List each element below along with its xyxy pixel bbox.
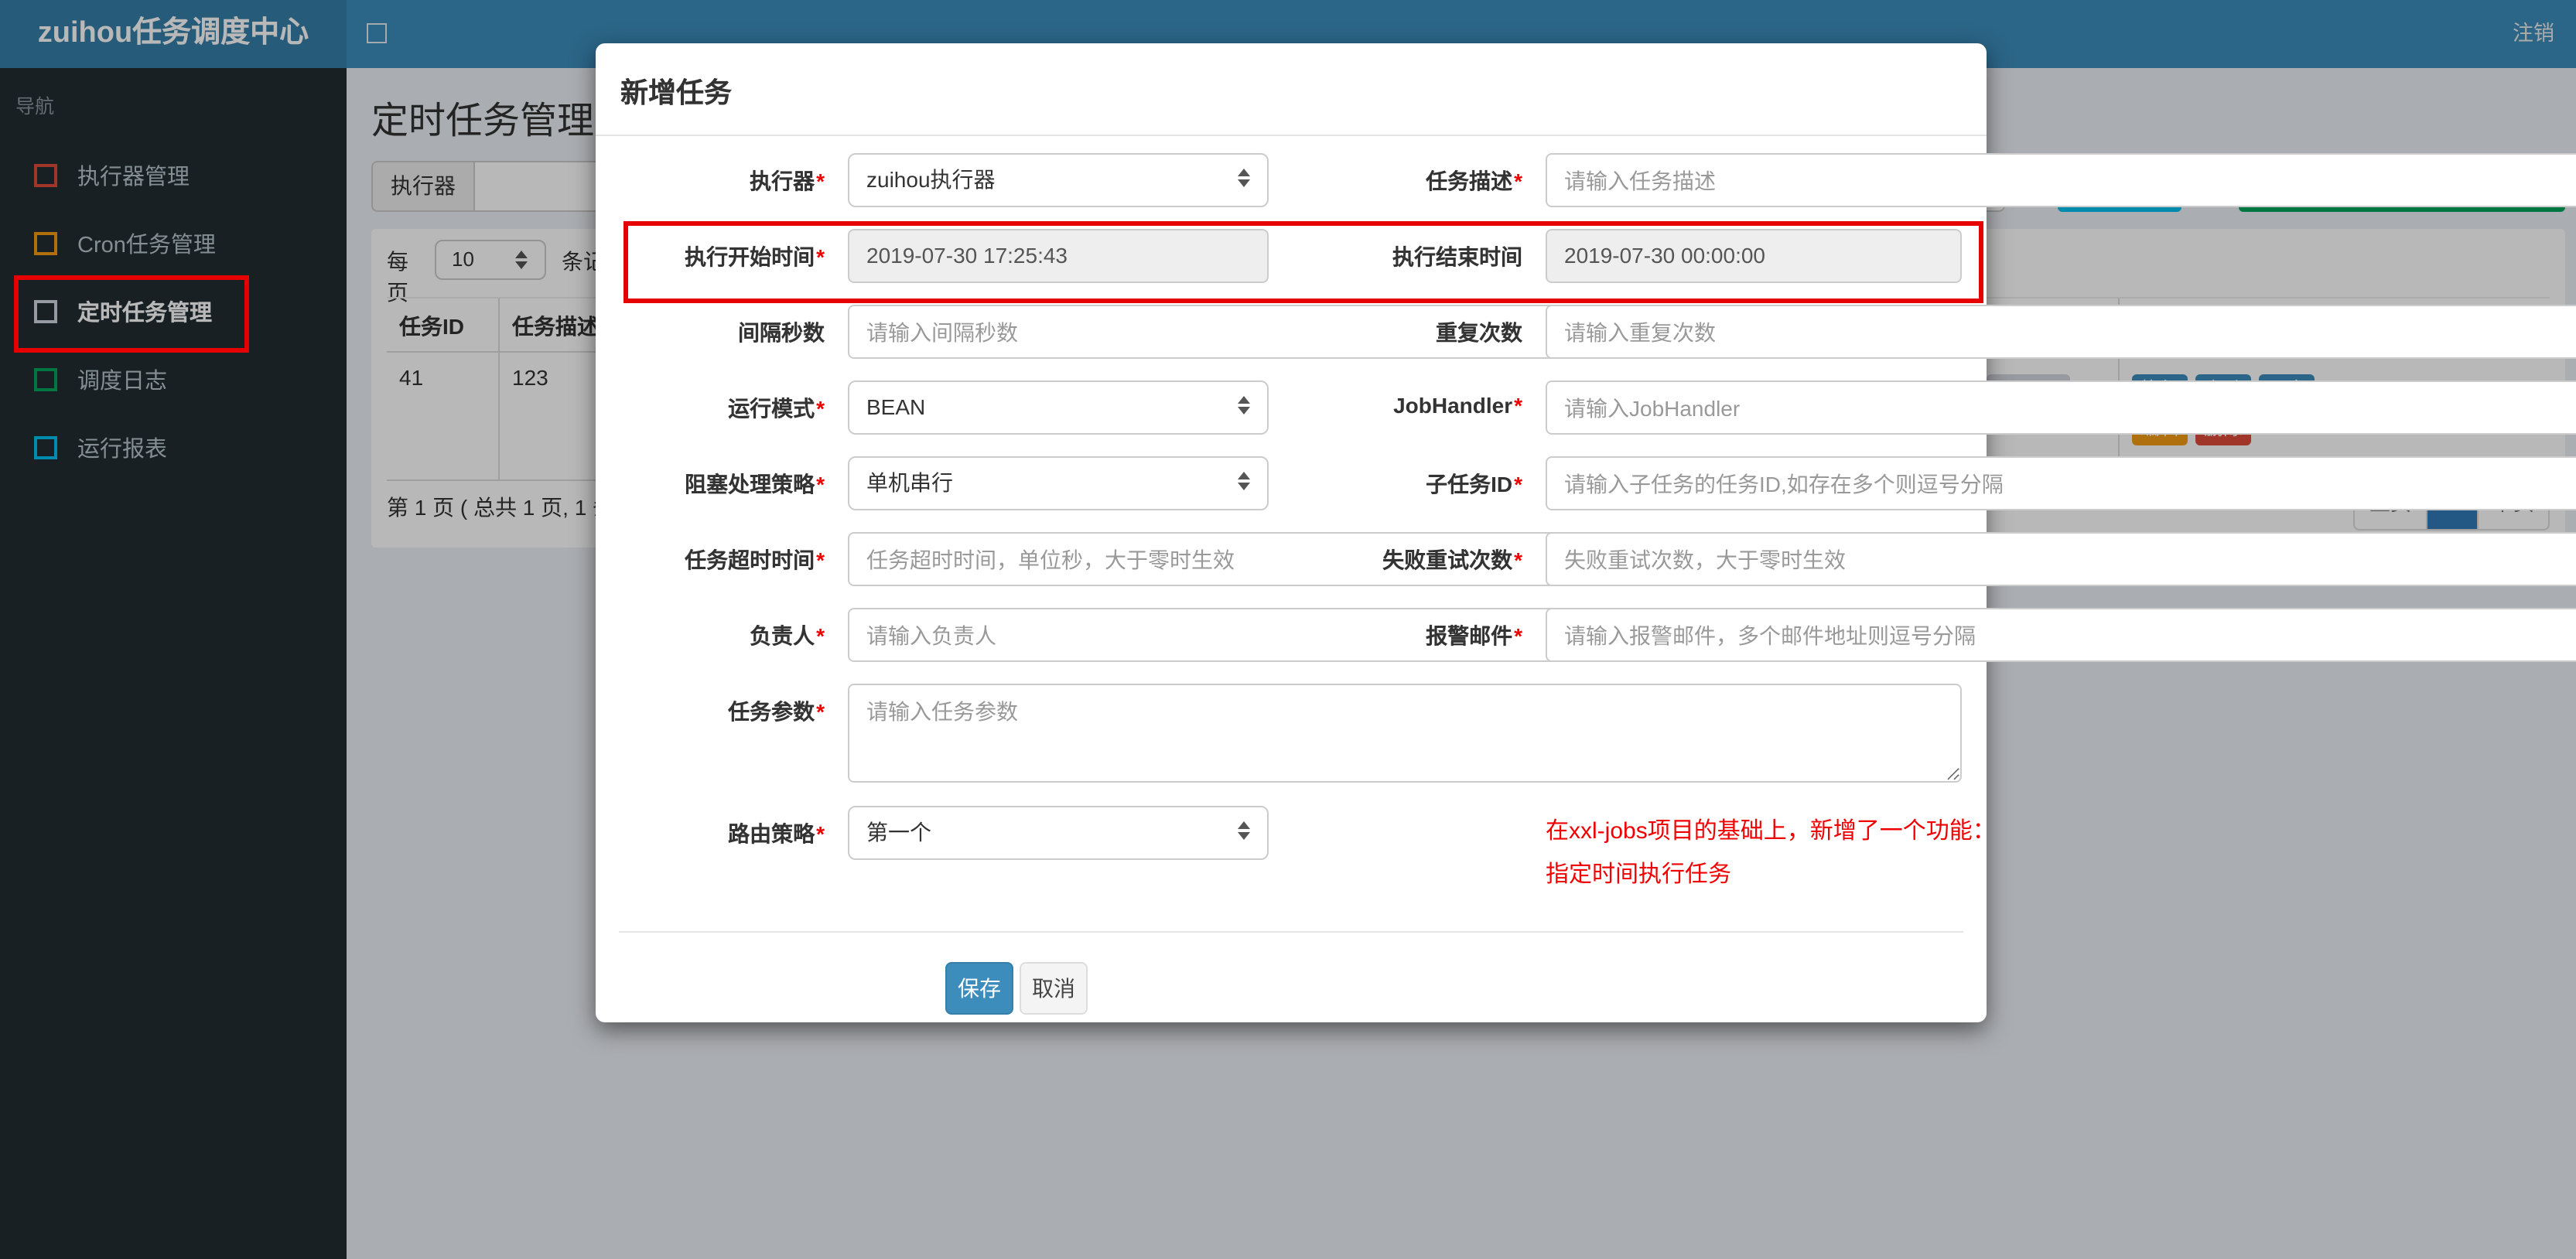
form-row-timeout: 任务超时时间* 失败重试次数* [596, 532, 2576, 586]
end-time-label: 执行结束时间 [1392, 244, 1522, 269]
select-caret-icon [1238, 821, 1250, 840]
modal-note-line1: 在xxl-jobs项目的基础上，新增了一个功能： [1546, 818, 1996, 844]
alarm-email-input[interactable] [1546, 608, 2576, 662]
form-row-run-mode: 运行模式 * BEAN JobHandler * [596, 380, 2576, 435]
child-job-id-input[interactable] [1546, 456, 2576, 510]
required-star: * [1514, 623, 1522, 648]
author-label: 负责人 * [750, 623, 825, 648]
executor-label: 执行器 * [750, 169, 825, 193]
job-params-textarea[interactable] [848, 684, 1962, 783]
required-star: * [816, 548, 825, 572]
fail-retry-count-input[interactable] [1546, 532, 2576, 586]
form-row-block-strategy: 阻塞处理策略 * 单机串行 子任务ID * [596, 456, 2576, 510]
executor-select[interactable]: zuihou执行器 [848, 153, 1269, 207]
form-row-executor: 执行器 * zuihou执行器 任务描述 * [596, 153, 2576, 207]
start-time-label: 执行开始时间 * [685, 244, 825, 269]
interval-seconds-label: 间隔秒数 [738, 320, 825, 345]
required-star: * [816, 821, 825, 846]
required-star: * [1514, 472, 1522, 496]
modal-footer-divider [619, 931, 1963, 933]
form-row-job-params: 任务参数 * [596, 684, 1987, 783]
block-strategy-label: 阻塞处理策略 * [685, 472, 825, 496]
run-mode-label: 运行模式 * [728, 396, 825, 421]
start-time-input[interactable]: 2019-07-30 17:25:43 [848, 229, 1269, 283]
block-strategy-select[interactable]: 单机串行 [848, 456, 1269, 510]
repeat-count-input[interactable] [1546, 305, 2576, 359]
end-time-input[interactable]: 2019-07-30 00:00:00 [1546, 229, 1962, 283]
required-star: * [816, 623, 825, 648]
alarm-email-label: 报警邮件 * [1426, 623, 1522, 648]
required-star: * [816, 699, 825, 724]
job-handler-input[interactable] [1546, 380, 2576, 435]
modal-note-line2: 指定时间执行任务 [1546, 862, 1732, 888]
fail-retry-count-label: 失败重试次数 * [1382, 548, 1522, 572]
route-strategy-select[interactable]: 第一个 [848, 806, 1269, 860]
app-window: zuihou任务调度中心 注销 导航 执行器管理 Cron任务管理 定时任务管理 调度… [0, 0, 2576, 1259]
modal-title: 新增任务 [620, 77, 732, 108]
route-strategy-label: 路由策略 * [728, 821, 825, 846]
save-button[interactable]: 保存 [945, 962, 1013, 1015]
required-star: * [816, 244, 825, 269]
repeat-count-label: 重复次数 [1436, 320, 1522, 345]
required-star: * [816, 472, 825, 496]
job-handler-label: JobHandler * [1393, 393, 1522, 418]
required-star: * [816, 396, 825, 421]
required-star: * [1514, 169, 1522, 193]
job-desc-label: 任务描述 * [1426, 169, 1522, 193]
run-mode-select[interactable]: BEAN [848, 380, 1269, 435]
cancel-button[interactable]: 取消 [1020, 962, 1088, 1015]
modal-header: 新增任务 [596, 43, 1987, 136]
add-job-modal: 新增任务 执行器* zuihou执行器 任务描述* 执行开始时间* 2019-07-30… [596, 43, 2576, 1022]
timeout-label: 任务超时时间 * [685, 548, 825, 572]
required-star: * [816, 169, 825, 193]
required-star: * [1514, 393, 1522, 418]
job-params-label: 任务参数 * [728, 699, 825, 724]
child-job-id-label: 子任务ID * [1426, 472, 1522, 496]
form-row-interval-seconds: 间隔秒数 重复次数 [596, 305, 2576, 359]
job-desc-input[interactable] [1546, 153, 2576, 207]
form-row-author: 负责人* 报警邮件* [596, 608, 2576, 662]
form-row-start-time: 执行开始时间 * 2019-07-30 17:25:43 执行结束时间 2019-07-… [596, 229, 1987, 283]
required-star: * [1514, 548, 1522, 572]
